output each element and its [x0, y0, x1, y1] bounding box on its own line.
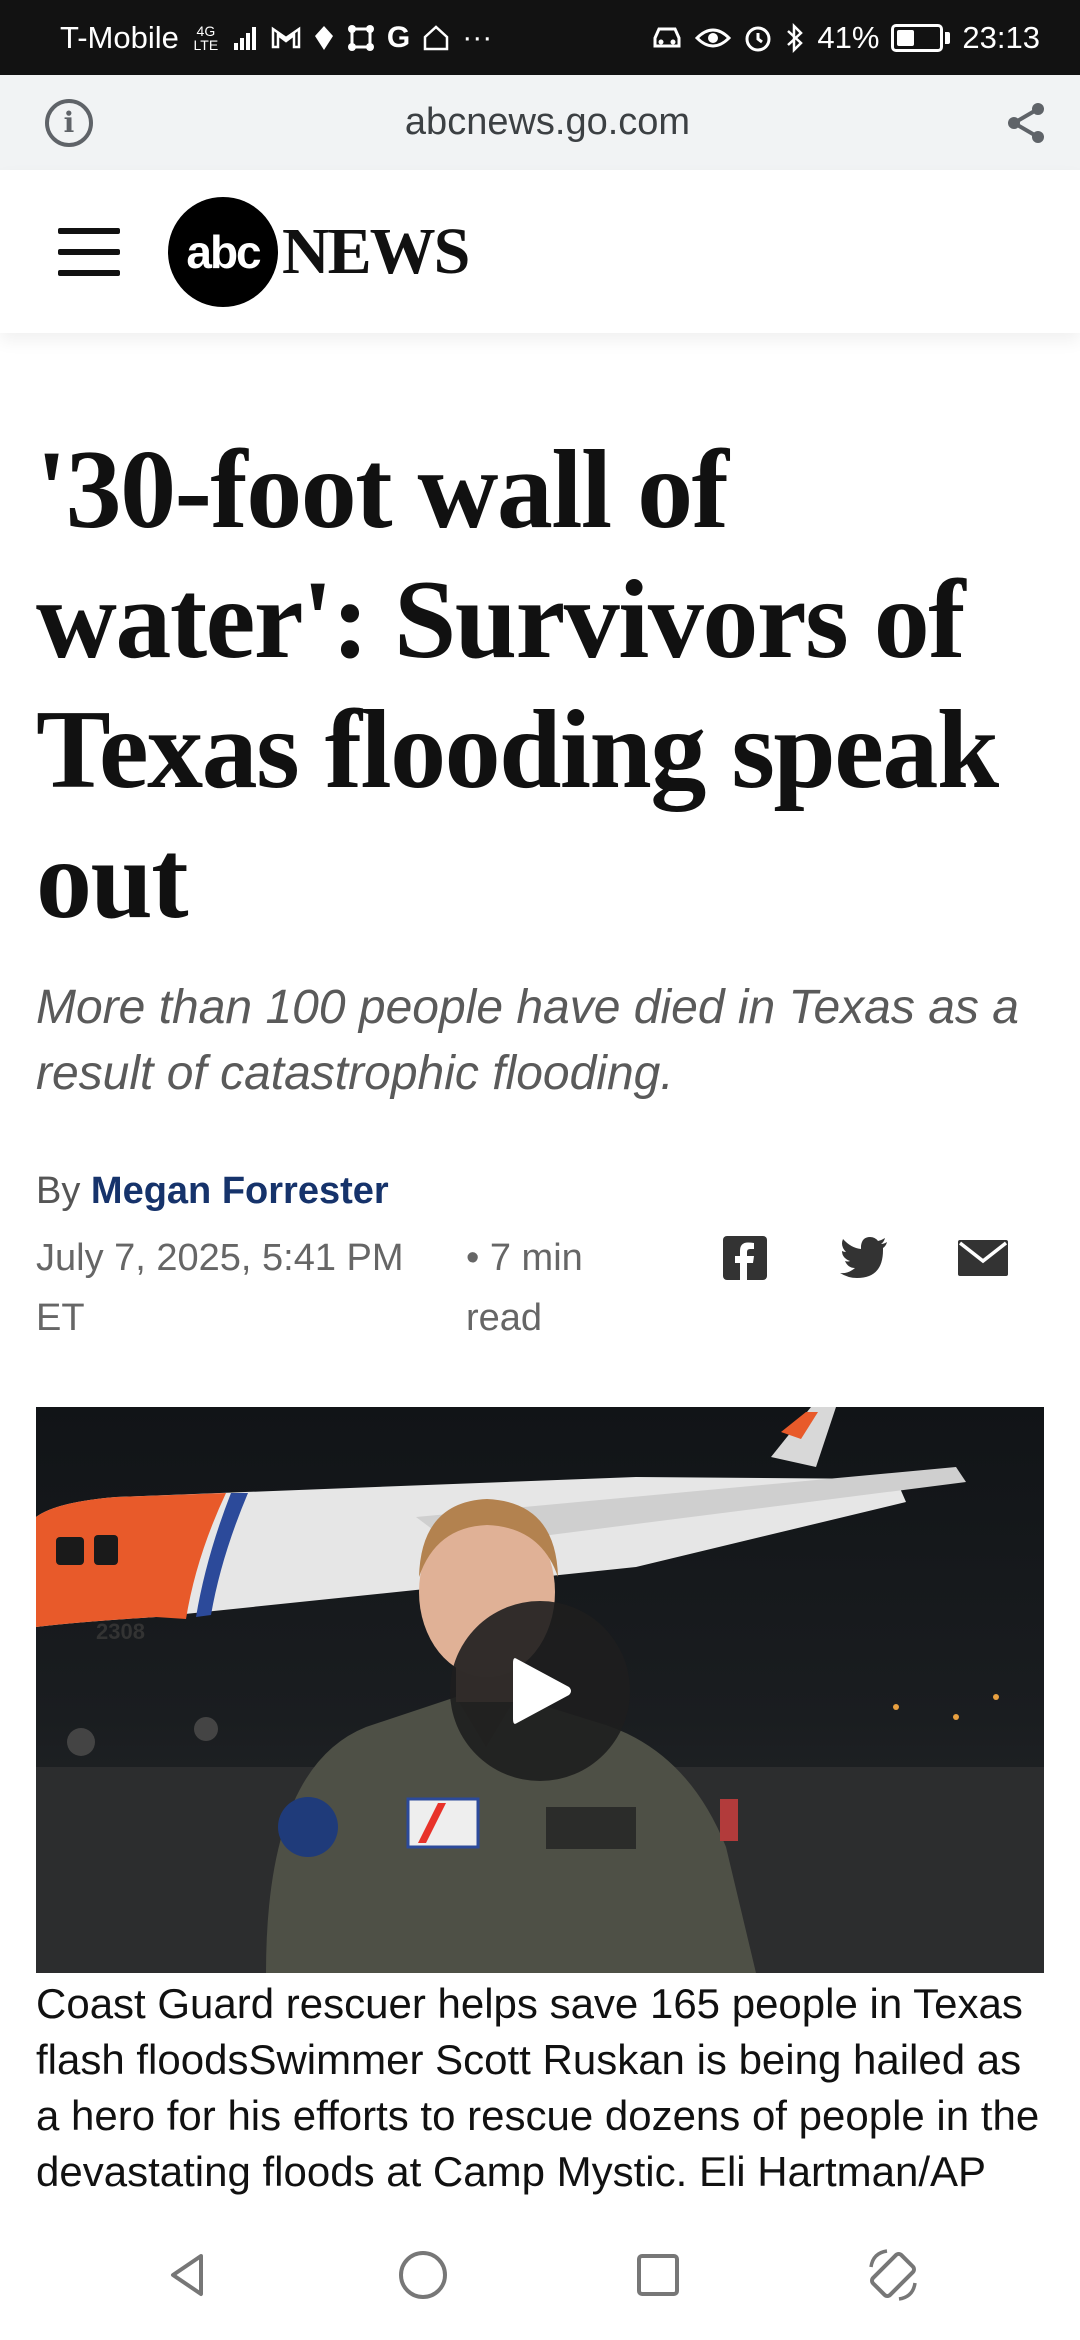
article-headline: '30-foot wall of water': Survivors of Te…: [36, 428, 999, 942]
home-button[interactable]: [383, 2235, 463, 2315]
battery-percent: 41%: [817, 19, 880, 55]
eye-icon: [695, 28, 732, 47]
bluetooth-icon: [787, 22, 804, 53]
browser-url-bar[interactable]: i abcnews.go.com: [0, 75, 1080, 170]
home-circle-icon: [398, 2251, 447, 2299]
location-icon: [314, 25, 333, 50]
read-time: • 7 min read: [466, 1237, 583, 1339]
abc-news-logo[interactable]: abc NEWS: [168, 196, 470, 307]
gmail-icon: [271, 26, 301, 48]
status-bar: T-Mobile 4G LTE G ··· 41% 23:13: [0, 0, 1080, 75]
google-icon: G: [386, 20, 411, 54]
recents-icon: [636, 2254, 679, 2296]
rotate-icon: [868, 2249, 917, 2301]
back-button[interactable]: [148, 2235, 228, 2315]
home-icon: [423, 24, 449, 50]
share-icon[interactable]: [1002, 99, 1050, 147]
facebook-share-button[interactable]: [715, 1232, 775, 1284]
clock: 23:13: [962, 19, 1040, 55]
system-nav-bar: [0, 2210, 1080, 2340]
facebook-icon: [723, 1236, 767, 1280]
email-share-button[interactable]: [953, 1232, 1013, 1284]
carrier-label: T-Mobile: [60, 19, 179, 55]
status-left: T-Mobile 4G LTE G ···: [60, 20, 492, 56]
back-icon: [170, 2254, 203, 2296]
url-text[interactable]: abcnews.go.com: [405, 101, 690, 144]
app-icon: [347, 24, 374, 51]
byline: By Megan Forrester: [36, 1170, 389, 1213]
play-button[interactable]: [450, 1601, 630, 1781]
logo-news: NEWS: [282, 214, 470, 288]
menu-icon[interactable]: [58, 227, 120, 276]
play-icon: [513, 1658, 571, 1724]
info-icon[interactable]: i: [45, 98, 93, 147]
site-header: abc NEWS: [0, 170, 1080, 333]
svg-text:2308: 2308: [96, 1619, 145, 1644]
rotate-button[interactable]: [853, 2235, 933, 2315]
more-icon: ···: [462, 20, 493, 54]
video-player[interactable]: 2308: [36, 1407, 1044, 1973]
alarm-icon: [745, 26, 771, 51]
twitter-share-button[interactable]: [834, 1232, 894, 1284]
status-right: 41% 23:13: [651, 20, 1040, 56]
signal-icon: [233, 26, 256, 50]
car-icon: [653, 27, 681, 47]
twitter-icon: [840, 1237, 887, 1278]
recents-button[interactable]: [618, 2235, 698, 2315]
author-link[interactable]: Megan Forrester: [91, 1170, 389, 1212]
article-subheadline: More than 100 people have died in Texas …: [36, 981, 1019, 1100]
by-label: By: [36, 1170, 81, 1212]
mail-icon: [958, 1240, 1008, 1276]
publish-date: July 7, 2025, 5:41 PM ET: [36, 1237, 404, 1339]
logo-abc: abc: [168, 196, 278, 307]
network-label: 4G LTE: [193, 22, 219, 53]
battery-icon: [891, 23, 951, 52]
video-caption: Coast Guard rescuer helps save 165 peopl…: [36, 1980, 1040, 2195]
